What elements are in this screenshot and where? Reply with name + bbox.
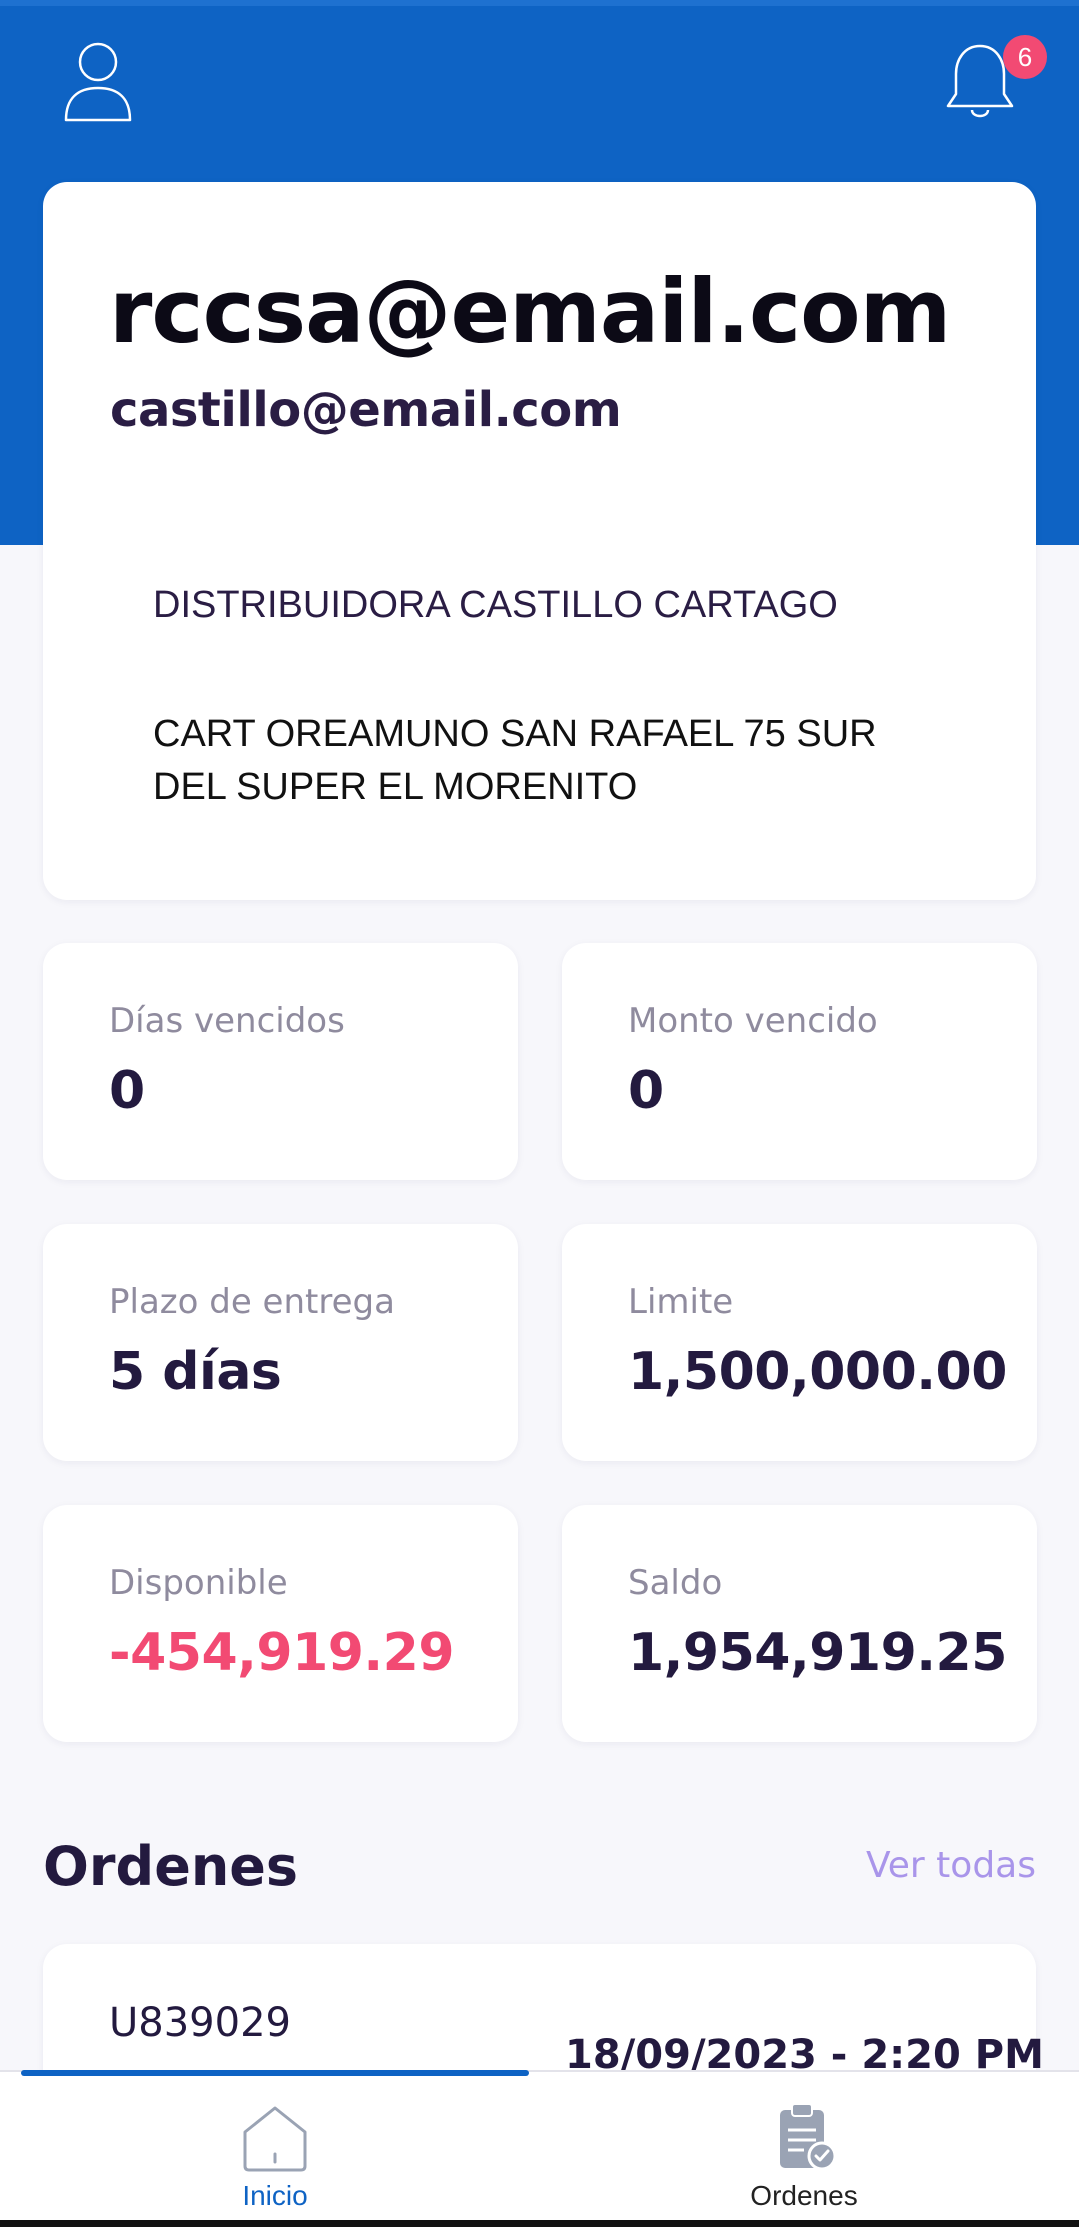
- account-email-primary: rccsa@email.com: [109, 260, 951, 363]
- nav-item-inicio[interactable]: Inicio: [5, 2072, 545, 2222]
- stat-label: Disponible: [109, 1563, 288, 1603]
- profile-button[interactable]: [58, 38, 138, 128]
- user-outline-icon: [64, 42, 132, 122]
- stat-value: 0: [628, 1061, 664, 1121]
- stat-card-plazo-entrega: Plazo de entrega 5 días: [43, 1224, 518, 1461]
- nav-active-indicator: [21, 2070, 529, 2076]
- clipboard-check-icon: [780, 2103, 837, 2171]
- stat-value: 1,954,919.25: [628, 1623, 1007, 1683]
- nav-item-ordenes[interactable]: Ordenes: [534, 2072, 1074, 2222]
- stat-label: Saldo: [628, 1563, 723, 1603]
- home-icon: [243, 2106, 307, 2172]
- account-card: rccsa@email.com castillo@email.com DISTR…: [43, 182, 1036, 900]
- stat-card-monto-vencido: Monto vencido 0: [562, 943, 1037, 1180]
- order-id: U839029: [109, 2000, 291, 2046]
- orders-section-title: Ordenes: [43, 1835, 299, 1898]
- nav-label: Inicio: [242, 2180, 308, 2211]
- stat-value: 1,500,000.00: [628, 1342, 1007, 1402]
- company-address: CART OREAMUNO SAN RAFAEL 75 SUR DEL SUPE…: [153, 713, 877, 808]
- stat-value: -454,919.29: [109, 1623, 455, 1683]
- stat-card-saldo: Saldo 1,954,919.25: [562, 1505, 1037, 1742]
- stat-card-disponible: Disponible -454,919.29: [43, 1505, 518, 1742]
- stat-value: 5 días: [109, 1342, 282, 1402]
- stat-card-dias-vencidos: Días vencidos 0: [43, 943, 518, 1180]
- account-email-secondary: castillo@email.com: [110, 382, 622, 438]
- system-bottom-bar: [0, 2220, 1079, 2227]
- company-name: DISTRIBUIDORA CASTILLO CARTAGO: [153, 584, 838, 626]
- stat-value: 0: [109, 1061, 145, 1121]
- stat-card-limite: Limite 1,500,000.00: [562, 1224, 1037, 1461]
- nav-label: Ordenes: [750, 2180, 858, 2211]
- notification-badge: 6: [1003, 35, 1047, 79]
- stat-label: Monto vencido: [628, 1001, 878, 1041]
- bottom-navigation: Inicio Ordenes: [0, 2070, 1079, 2227]
- stat-label: Días vencidos: [109, 1001, 345, 1041]
- stat-label: Plazo de entrega: [109, 1282, 395, 1322]
- stat-label: Limite: [628, 1282, 734, 1322]
- see-all-orders-link[interactable]: Ver todas: [866, 1845, 1036, 1886]
- header-top-edge: [0, 0, 1079, 6]
